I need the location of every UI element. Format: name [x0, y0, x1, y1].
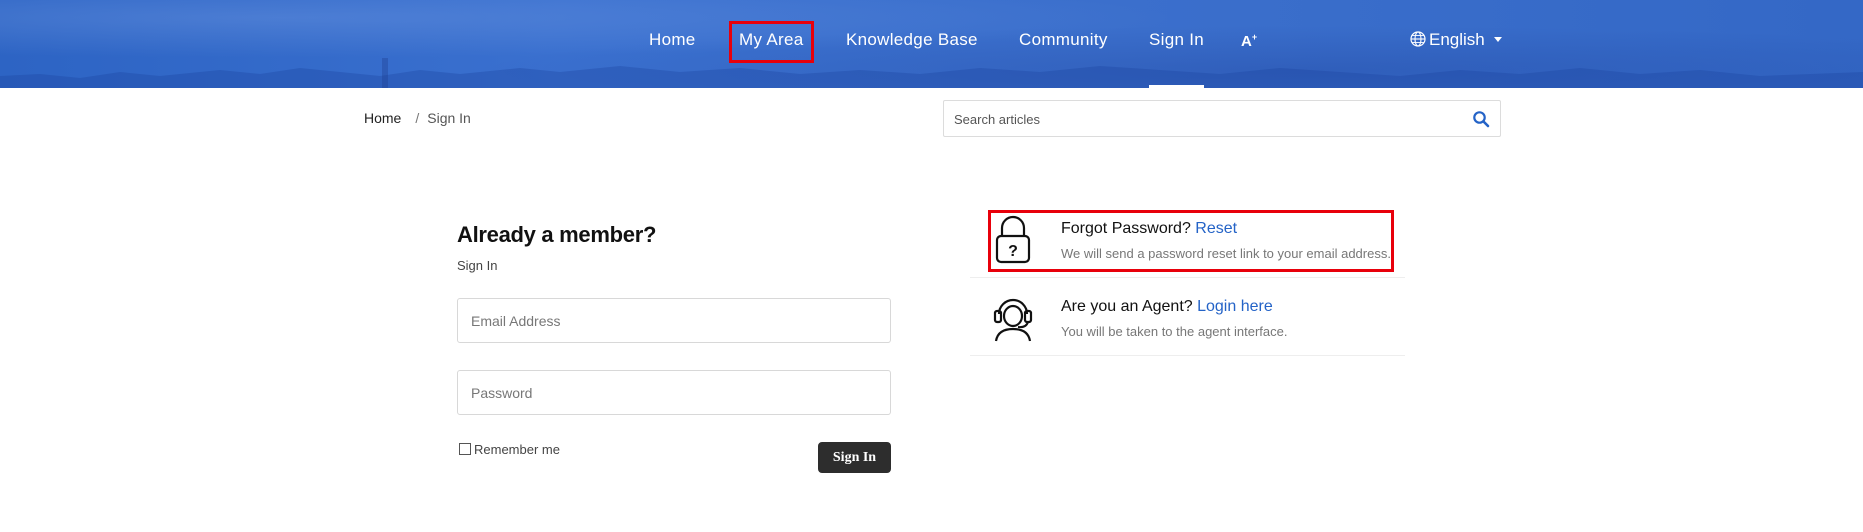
login-subtitle: Sign In [457, 258, 498, 273]
email-field [457, 298, 891, 343]
nav-sign-in[interactable]: Sign In [1149, 30, 1204, 50]
nav-active-indicator [1149, 85, 1204, 88]
agent-title: Are you an Agent? [1061, 298, 1193, 315]
nav-community[interactable]: Community [1019, 30, 1108, 50]
login-title: Already a member? [457, 222, 657, 247]
agent-login-row: Are you an Agent? Login here You will be… [970, 279, 1405, 356]
breadcrumb-separator: / [415, 110, 420, 126]
nav-home[interactable]: Home [649, 30, 696, 50]
sign-in-button[interactable]: Sign In [818, 442, 891, 473]
password-field [457, 370, 891, 415]
search-input[interactable] [954, 110, 1464, 128]
site-header: Home My Area Knowledge Base Community Si… [0, 0, 1863, 88]
caret-down-icon [1493, 37, 1502, 42]
remember-me-label: Remember me [474, 442, 560, 457]
breadcrumb-home[interactable]: Home [364, 110, 401, 126]
agent-description: You will be taken to the agent interface… [1061, 324, 1288, 339]
search-box [943, 100, 1501, 137]
highlight-box-forgot-password [988, 210, 1394, 272]
accessibility-label: A [1241, 33, 1252, 50]
headset-agent-icon [993, 298, 1033, 342]
remember-me-checkbox[interactable] [459, 443, 471, 455]
language-label: English [1429, 30, 1485, 49]
email-input[interactable] [471, 312, 871, 330]
breadcrumb-current: Sign In [427, 110, 471, 126]
highlight-box-my-area [729, 21, 814, 63]
nav-knowledge-base[interactable]: Knowledge Base [846, 30, 978, 50]
search-icon[interactable] [1472, 110, 1490, 128]
breadcrumb: Home / Sign In [364, 110, 471, 126]
accessibility-icon[interactable]: A+ [1241, 32, 1257, 50]
main-navigation: Home My Area Knowledge Base Community Si… [0, 0, 1863, 88]
agent-login-link[interactable]: Login here [1197, 298, 1273, 315]
agent-login-text: Are you an Agent? Login here [1061, 298, 1273, 316]
globe-icon [1410, 31, 1426, 47]
remember-me[interactable]: Remember me [459, 442, 560, 457]
password-input[interactable] [471, 384, 871, 402]
language-selector[interactable]: English [1410, 30, 1506, 50]
